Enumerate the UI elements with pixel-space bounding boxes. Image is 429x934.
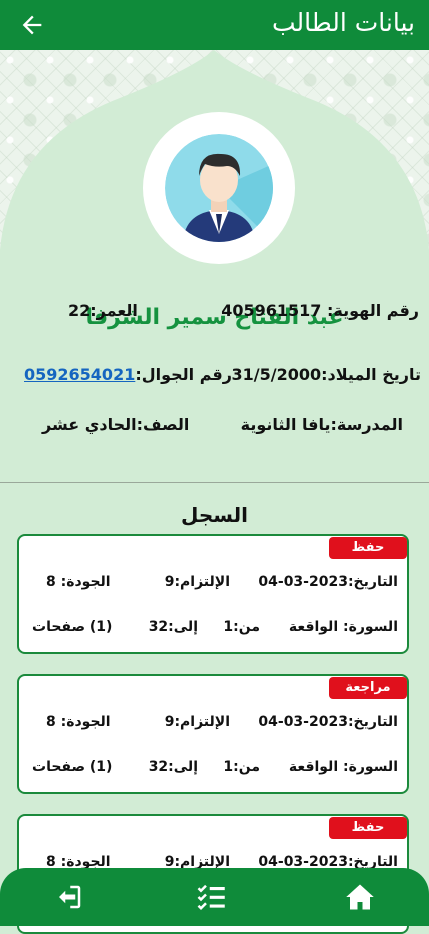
record-commitment: الإلتزام:9 [164, 714, 230, 730]
records-title: السجل [181, 503, 248, 527]
age: العمر:22 [68, 301, 138, 320]
divider [0, 482, 429, 483]
school: المدرسة:يافا الثانوية [240, 415, 403, 434]
checklist-icon[interactable] [194, 882, 228, 912]
record-card[interactable]: حفظ التاريخ:2023-03-04 الإلتزام:9 الجودة… [17, 534, 409, 654]
record-pages: (1) صفحات [32, 759, 113, 775]
record-commitment: الإلتزام:9 [164, 574, 230, 590]
id-label: رقم الهوية: [327, 301, 419, 320]
record-type-badge: مراجعة [329, 677, 407, 699]
id-value: 405961517 [221, 301, 322, 320]
phone: رقم الجوال:0592654021 [24, 365, 232, 384]
record-quality: الجودة: 8 [46, 714, 111, 730]
home-icon[interactable] [343, 882, 377, 912]
record-quality: الجودة: 8 [46, 574, 111, 590]
record-type-badge: حفظ [329, 537, 407, 559]
record-date: التاريخ:2023-03-04 [258, 574, 398, 590]
record-to: إلى:32 [148, 619, 198, 635]
record-date: التاريخ:2023-03-04 [258, 714, 398, 730]
id-number: رقم الهوية: 405961517 [221, 301, 419, 320]
record-surah: السورة: الواقعة [288, 759, 398, 775]
arrow-left-icon[interactable] [18, 11, 46, 39]
record-card[interactable]: مراجعة التاريخ:2023-03-04 الإلتزام:9 الج… [17, 674, 409, 794]
date-of-birth: تاريخ الميلاد:31/5/2000 [231, 365, 421, 384]
app-bar: بيانات الطالب [0, 0, 429, 50]
record-from: من:1 [223, 759, 260, 775]
grade: الصف:الحادي عشر [42, 415, 190, 434]
page-title: بيانات الطالب [271, 8, 415, 37]
bottom-nav [0, 868, 429, 926]
record-surah: السورة: الواقعة [288, 619, 398, 635]
record-type-badge: حفظ [329, 817, 407, 839]
avatar [165, 134, 273, 242]
record-to: إلى:32 [148, 759, 198, 775]
phone-label: رقم الجوال: [135, 365, 232, 384]
record-from: من:1 [223, 619, 260, 635]
record-pages: (1) صفحات [32, 619, 113, 635]
phone-link[interactable]: 0592654021 [24, 365, 135, 384]
logout-icon[interactable] [52, 882, 86, 912]
